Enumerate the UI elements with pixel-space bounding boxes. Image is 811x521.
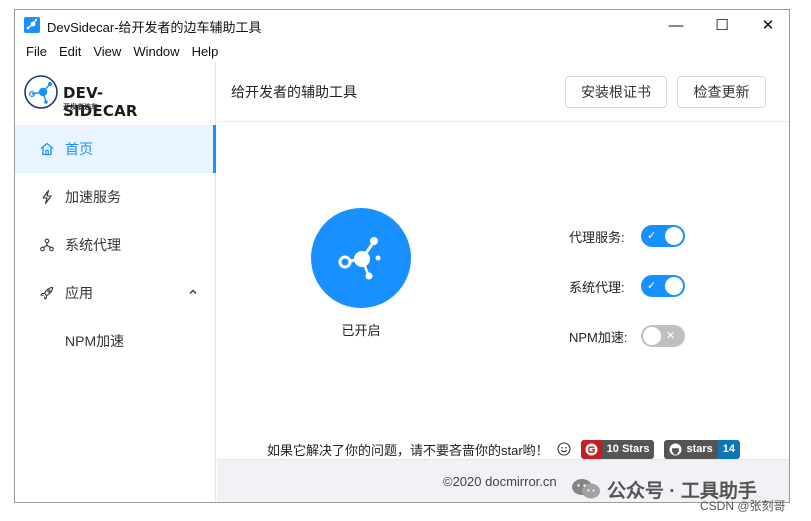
sidebar-item-system-proxy[interactable]: 系统代理 bbox=[15, 221, 216, 269]
sidebar-item-label: 加速服务 bbox=[65, 189, 121, 205]
wechat-icon bbox=[572, 479, 600, 499]
switch-knob bbox=[665, 277, 683, 295]
menu-bar: File Edit View Window Help bbox=[15, 40, 224, 62]
close-button[interactable]: ✕ bbox=[745, 10, 789, 40]
sidebar-item-home[interactable]: 首页 bbox=[15, 125, 216, 173]
sidebar-item-label: 应用 bbox=[65, 285, 93, 301]
sidebar-item-label: 系统代理 bbox=[65, 237, 121, 253]
sidebar-item-label: NPM加速 bbox=[65, 333, 125, 349]
close-icon: ✕ bbox=[666, 330, 676, 342]
sidebar: DEV-SIDECAR 开发者边车 首页 加速服务 系统代理 应用 NPM加速 bbox=[15, 62, 216, 502]
install-cert-button[interactable]: 安装根证书 bbox=[565, 76, 667, 108]
github-stars-count: 14 bbox=[717, 439, 741, 459]
switch-row-npm-acceleration: NPM加速: ✕ bbox=[569, 325, 685, 347]
maximize-button[interactable]: ☐ bbox=[699, 10, 745, 40]
page-header: 给开发者的辅助工具 安装根证书 检查更新 bbox=[217, 62, 789, 122]
status-label: 已开启 bbox=[341, 323, 381, 338]
github-stars-badge[interactable]: stars 14 bbox=[664, 439, 741, 459]
power-toggle-button[interactable] bbox=[311, 208, 411, 308]
github-icon bbox=[669, 443, 682, 455]
csdn-watermark: CSDN @张刻哥 bbox=[700, 499, 786, 513]
title-bar[interactable]: DevSidecar-给开发者的边车辅助工具 — ☐ ✕ bbox=[15, 10, 789, 40]
switch-label: 代理服务: bbox=[569, 229, 625, 245]
menu-file[interactable]: File bbox=[20, 44, 53, 59]
npm-acceleration-switch[interactable]: ✕ bbox=[641, 325, 685, 347]
copyright-text: ©2020 docmirror.cn bbox=[443, 474, 557, 489]
main-content: 已开启 代理服务: ✓ 系统代理: ✓ NPM加速: ✕ 如果它解决了你的问题，… bbox=[217, 123, 789, 459]
page-title: 给开发者的辅助工具 bbox=[231, 84, 357, 100]
thunderbolt-icon bbox=[42, 189, 52, 205]
menu-help[interactable]: Help bbox=[186, 44, 225, 59]
menu-edit[interactable]: Edit bbox=[53, 44, 87, 59]
check-update-button[interactable]: 检查更新 bbox=[677, 76, 766, 108]
menu-view[interactable]: View bbox=[87, 44, 127, 59]
network-icon bbox=[40, 238, 54, 252]
github-stars-label: stars bbox=[686, 443, 713, 455]
app-window: DevSidecar-给开发者的边车辅助工具 — ☐ ✕ File Edit V… bbox=[14, 9, 790, 503]
gitee-icon bbox=[580, 439, 602, 459]
sidecar-share-icon bbox=[338, 237, 381, 280]
sidebar-item-acceleration[interactable]: 加速服务 bbox=[15, 173, 216, 221]
system-proxy-switch[interactable]: ✓ bbox=[641, 275, 685, 297]
window-title: DevSidecar-给开发者的边车辅助工具 bbox=[47, 20, 262, 35]
check-icon: ✓ bbox=[647, 280, 657, 292]
sidebar-item-label: 首页 bbox=[65, 141, 93, 157]
proxy-service-switch[interactable]: ✓ bbox=[641, 225, 685, 247]
menu-window[interactable]: Window bbox=[127, 44, 185, 59]
app-logo-icon bbox=[24, 17, 40, 33]
switch-label: NPM加速: bbox=[569, 329, 628, 345]
switch-knob bbox=[665, 227, 683, 245]
switch-row-proxy-service: 代理服务: ✓ bbox=[569, 225, 685, 247]
switch-label: 系统代理: bbox=[569, 279, 625, 295]
promo-text: 如果它解决了你的问题，请不要吝啬你的star哟！ bbox=[267, 442, 549, 458]
rocket-icon bbox=[40, 286, 54, 300]
logo-subtitle: 开发者边车 bbox=[63, 104, 98, 111]
app-logo: DEV-SIDECAR 开发者边车 bbox=[23, 70, 173, 120]
sidebar-nav: 首页 加速服务 系统代理 应用 NPM加速 bbox=[15, 125, 216, 365]
sidecar-logo-icon bbox=[24, 75, 58, 109]
sidebar-item-npm-acceleration[interactable]: NPM加速 bbox=[15, 317, 216, 365]
github-badge-label: stars bbox=[664, 439, 718, 459]
smile-icon bbox=[557, 442, 571, 456]
gitee-stars-badge[interactable]: 10 Stars bbox=[580, 439, 655, 459]
sidebar-item-apps[interactable]: 应用 bbox=[15, 269, 216, 317]
star-promo: 如果它解决了你的问题，请不要吝啬你的star哟！ 10 Stars stars … bbox=[267, 439, 741, 459]
check-icon: ✓ bbox=[647, 230, 657, 242]
minimize-button[interactable]: — bbox=[653, 10, 699, 40]
home-icon bbox=[40, 142, 54, 156]
switch-row-system-proxy: 系统代理: ✓ bbox=[569, 275, 685, 297]
gitee-stars-count: 10 Stars bbox=[601, 439, 655, 459]
switch-knob bbox=[643, 327, 661, 345]
chevron-up-icon bbox=[189, 289, 197, 294]
